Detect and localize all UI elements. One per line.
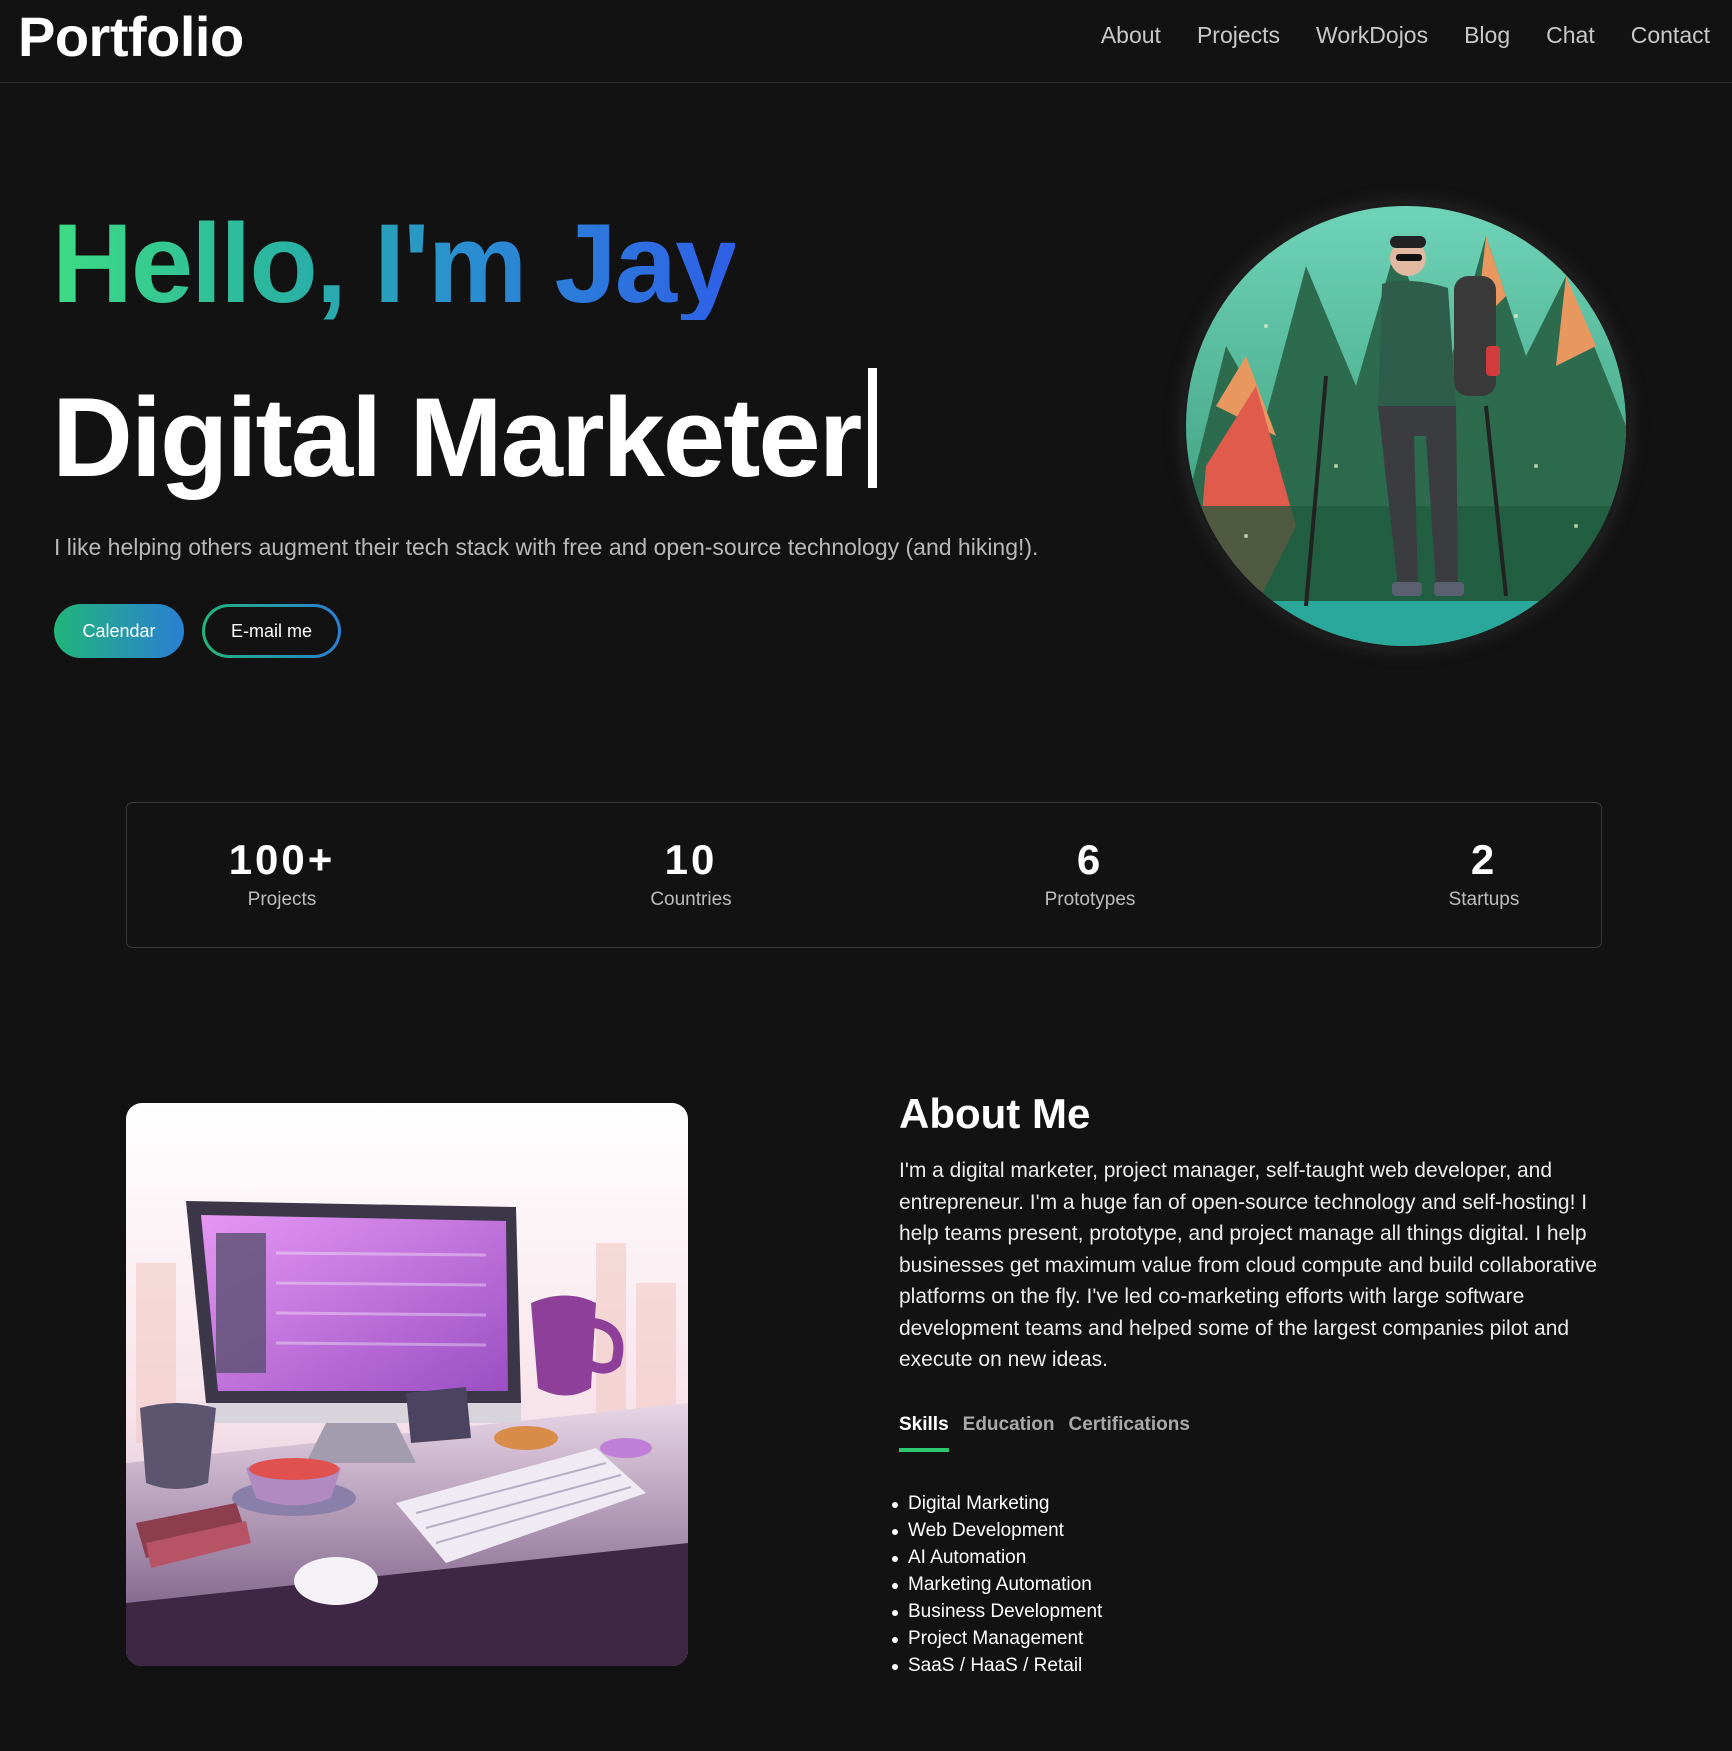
email-button[interactable]: E-mail me <box>202 604 341 658</box>
stat-value: 100+ <box>228 836 336 883</box>
hero-greeting: Hello, I'm Jay <box>52 201 737 326</box>
nav-link-about[interactable]: About <box>1101 22 1161 49</box>
hero-description: I like helping others augment their tech… <box>54 534 1039 560</box>
about-text: I'm a digital marketer, project manager,… <box>899 1159 1598 1371</box>
list-item: Project Management <box>891 1625 1102 1652</box>
tab-education[interactable]: Education <box>963 1414 1055 1452</box>
stats-panel: 100+ Projects 10 Countries 6 Prototypes … <box>126 802 1602 948</box>
stat-value: 10 <box>664 836 718 883</box>
list-item: Marketing Automation <box>891 1571 1102 1598</box>
nav-link-blog[interactable]: Blog <box>1464 22 1510 49</box>
tab-certifications[interactable]: Certifications <box>1069 1414 1190 1452</box>
workspace-illustration <box>126 1103 688 1666</box>
typing-cursor <box>868 368 878 488</box>
stat-countries: 10 Countries <box>581 839 801 911</box>
stat-value: 2 <box>1470 836 1498 883</box>
nav-links: About Projects WorkDojos Blog Chat Conta… <box>1101 22 1710 49</box>
calendar-button[interactable]: Calendar <box>54 604 184 658</box>
nav-link-chat[interactable]: Chat <box>1546 22 1595 49</box>
stat-projects: 100+ Projects <box>172 839 392 911</box>
profile-avatar <box>1186 206 1626 646</box>
stat-label: Countries <box>650 889 732 910</box>
top-nav: Portfolio About Projects WorkDojos Blog … <box>0 0 1732 83</box>
stat-label: Startups <box>1448 889 1520 910</box>
stat-label: Prototypes <box>1044 889 1136 910</box>
about-title: About Me <box>899 1090 1091 1137</box>
list-item: Business Development <box>891 1598 1102 1625</box>
list-item: SaaS / HaaS / Retail <box>891 1652 1102 1679</box>
nav-link-workdojos[interactable]: WorkDojos <box>1316 22 1428 49</box>
desk-computer-illustration <box>126 1103 688 1666</box>
stat-value: 6 <box>1076 836 1104 883</box>
hero-role-line: Digital Marketer <box>52 368 878 494</box>
skills-list: Digital Marketing Web Development AI Aut… <box>891 1490 1102 1679</box>
hiker-portrait-illustration <box>1186 206 1626 646</box>
list-item: Web Development <box>891 1517 1102 1544</box>
hero-role-text: Digital Marketer <box>52 375 862 500</box>
nav-link-projects[interactable]: Projects <box>1197 22 1280 49</box>
about-tabs: Skills Education Certifications <box>899 1414 1190 1452</box>
list-item: AI Automation <box>891 1544 1102 1571</box>
stat-label: Projects <box>247 889 317 910</box>
nav-link-contact[interactable]: Contact <box>1631 22 1710 49</box>
list-item: Digital Marketing <box>891 1490 1102 1517</box>
tab-skills[interactable]: Skills <box>899 1414 949 1452</box>
stat-startups: 2 Startups <box>1374 839 1594 911</box>
email-button-label: E-mail me <box>205 607 338 655</box>
site-logo[interactable]: Portfolio <box>18 4 244 69</box>
stat-prototypes: 6 Prototypes <box>980 839 1200 911</box>
